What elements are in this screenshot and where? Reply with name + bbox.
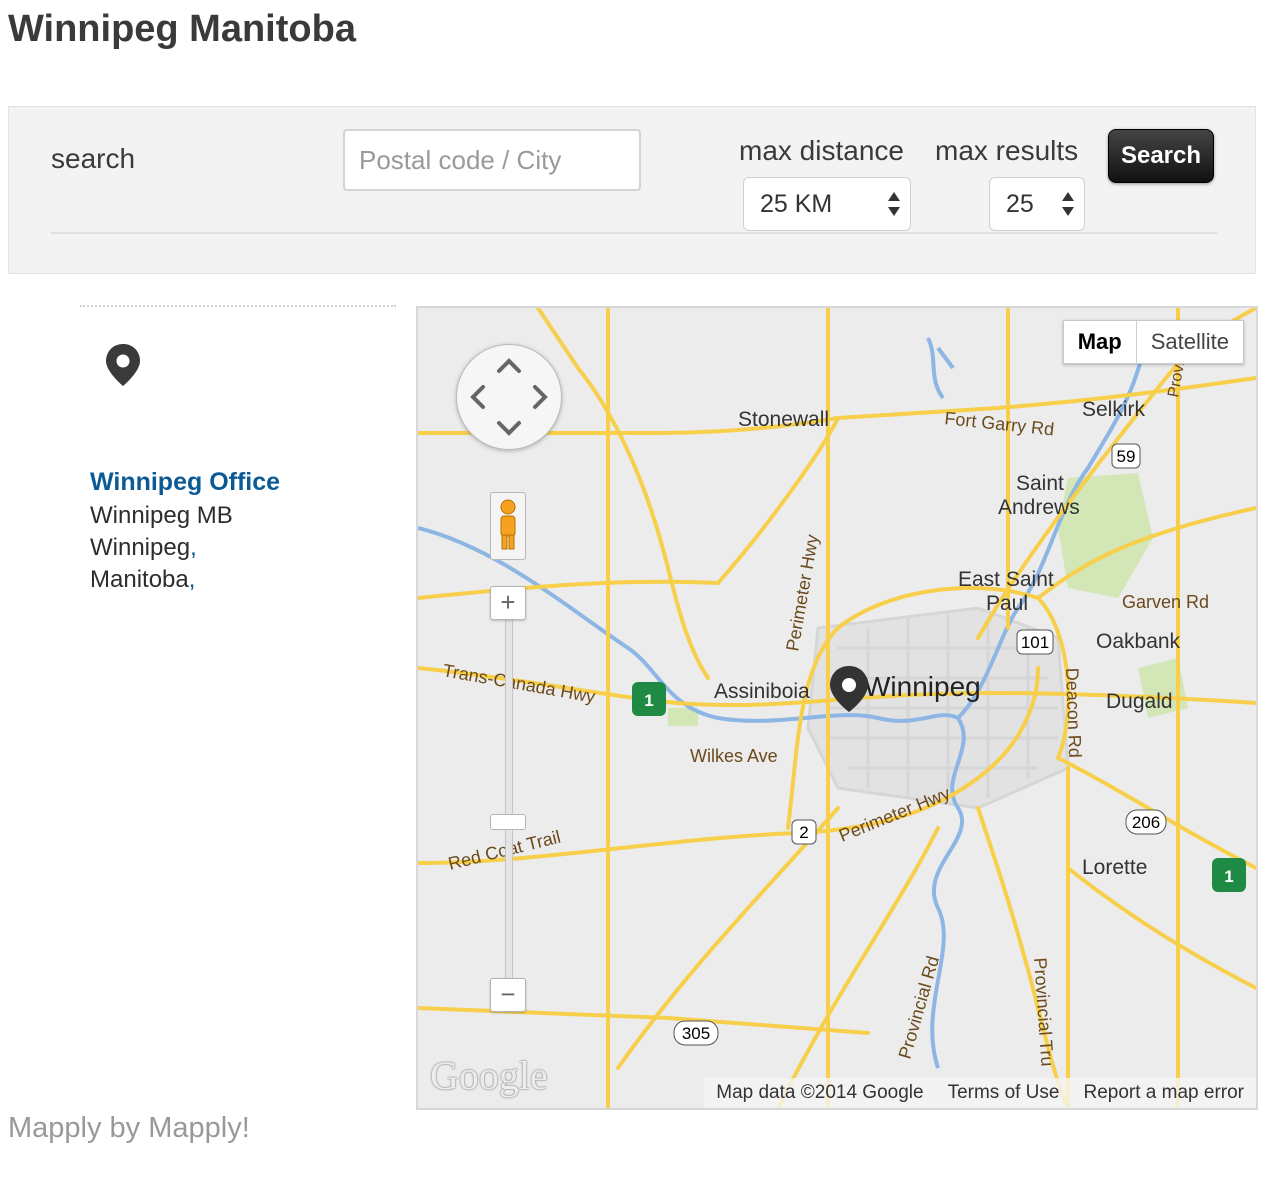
route-shield: 59	[1111, 443, 1141, 469]
route-shield: 305	[673, 1020, 719, 1046]
map-type-map-button[interactable]: Map	[1064, 321, 1137, 363]
zoom-out-button[interactable]: −	[490, 978, 526, 1012]
max-distance-label: max distance	[739, 135, 904, 166]
svg-text:101: 101	[1021, 633, 1049, 652]
max-results-label: max results	[935, 135, 1079, 166]
pegman-icon	[500, 499, 516, 550]
map-attribution: Map data ©2014 Google Terms of Use Repor…	[704, 1078, 1256, 1108]
place-label: Saint	[1016, 472, 1064, 495]
svg-text:206: 206	[1132, 813, 1160, 832]
route-shield: 101	[1016, 629, 1054, 655]
place-label: Selkirk	[1082, 398, 1146, 421]
zoom-in-button[interactable]: +	[490, 586, 526, 620]
trans-canada-shield: 1	[632, 682, 666, 716]
svg-text:59: 59	[1117, 447, 1136, 466]
select-arrows-icon	[1062, 190, 1074, 218]
svg-text:1: 1	[1224, 867, 1233, 886]
location-pin-icon	[106, 344, 140, 386]
panel-divider	[51, 232, 1217, 234]
route-shield: 2	[791, 819, 817, 845]
zoom-slider-track[interactable]	[505, 604, 513, 992]
max-distance-value: 25 KM	[760, 190, 833, 218]
max-results-value: 25	[1006, 190, 1034, 218]
map[interactable]: Stonewall Fort Garry Rd Selkirk Saint An…	[416, 306, 1258, 1110]
trans-canada-shield: 1	[1212, 858, 1246, 892]
road-label: Deacon Rd	[1062, 667, 1085, 758]
search-button[interactable]: Search	[1108, 129, 1214, 183]
svg-text:305: 305	[682, 1024, 710, 1043]
road-label: Garven Rd	[1122, 592, 1209, 612]
road-label: Wilkes Ave	[690, 746, 778, 766]
place-label: Dugald	[1106, 690, 1173, 713]
result-city-text: Winnipeg	[90, 534, 191, 561]
result-province-text: Manitoba	[90, 566, 189, 593]
pan-control[interactable]	[456, 344, 562, 450]
svg-text:1: 1	[644, 691, 653, 710]
footer-credit: Mapply by Mapply!	[8, 1112, 250, 1144]
report-map-error-link[interactable]: Report a map error	[1083, 1082, 1244, 1104]
result-city: Winnipeg,	[90, 534, 197, 561]
place-label: Andrews	[998, 496, 1080, 519]
google-logo: Google	[430, 1053, 548, 1098]
place-label: East Saint	[958, 568, 1054, 591]
max-distance-select[interactable]: 25 KM	[743, 177, 911, 231]
max-results-select[interactable]: 25	[989, 177, 1085, 231]
place-label: Paul	[986, 592, 1028, 615]
results-divider	[80, 305, 396, 307]
search-input[interactable]	[343, 129, 641, 191]
select-arrows-icon	[888, 190, 900, 218]
result-name-link[interactable]: Winnipeg Office	[90, 468, 280, 497]
route-shield: 206	[1125, 809, 1167, 835]
svg-text:2: 2	[799, 823, 808, 842]
map-type-satellite-button[interactable]: Satellite	[1137, 321, 1243, 363]
terms-of-use-link[interactable]: Terms of Use	[948, 1082, 1060, 1104]
search-label: search	[51, 143, 136, 174]
map-data-credit: Map data ©2014 Google	[716, 1082, 924, 1103]
place-label: Stonewall	[738, 408, 829, 431]
pan-arrows-icon	[470, 358, 548, 436]
page-title: Winnipeg Manitoba	[8, 8, 356, 50]
place-label: Assiniboia	[714, 680, 810, 703]
result-province: Manitoba,	[90, 566, 196, 593]
place-label: Oakbank	[1096, 630, 1181, 653]
map-type-control: Map Satellite	[1062, 320, 1244, 364]
zoom-slider-thumb[interactable]	[490, 814, 526, 830]
place-label: Lorette	[1082, 856, 1147, 879]
search-panel: search max distance 25 KM max results 25…	[8, 106, 1256, 274]
place-label: Winnipeg	[864, 671, 981, 702]
result-address-line: Winnipeg MB	[90, 502, 233, 529]
street-view-pegman[interactable]	[490, 492, 526, 560]
